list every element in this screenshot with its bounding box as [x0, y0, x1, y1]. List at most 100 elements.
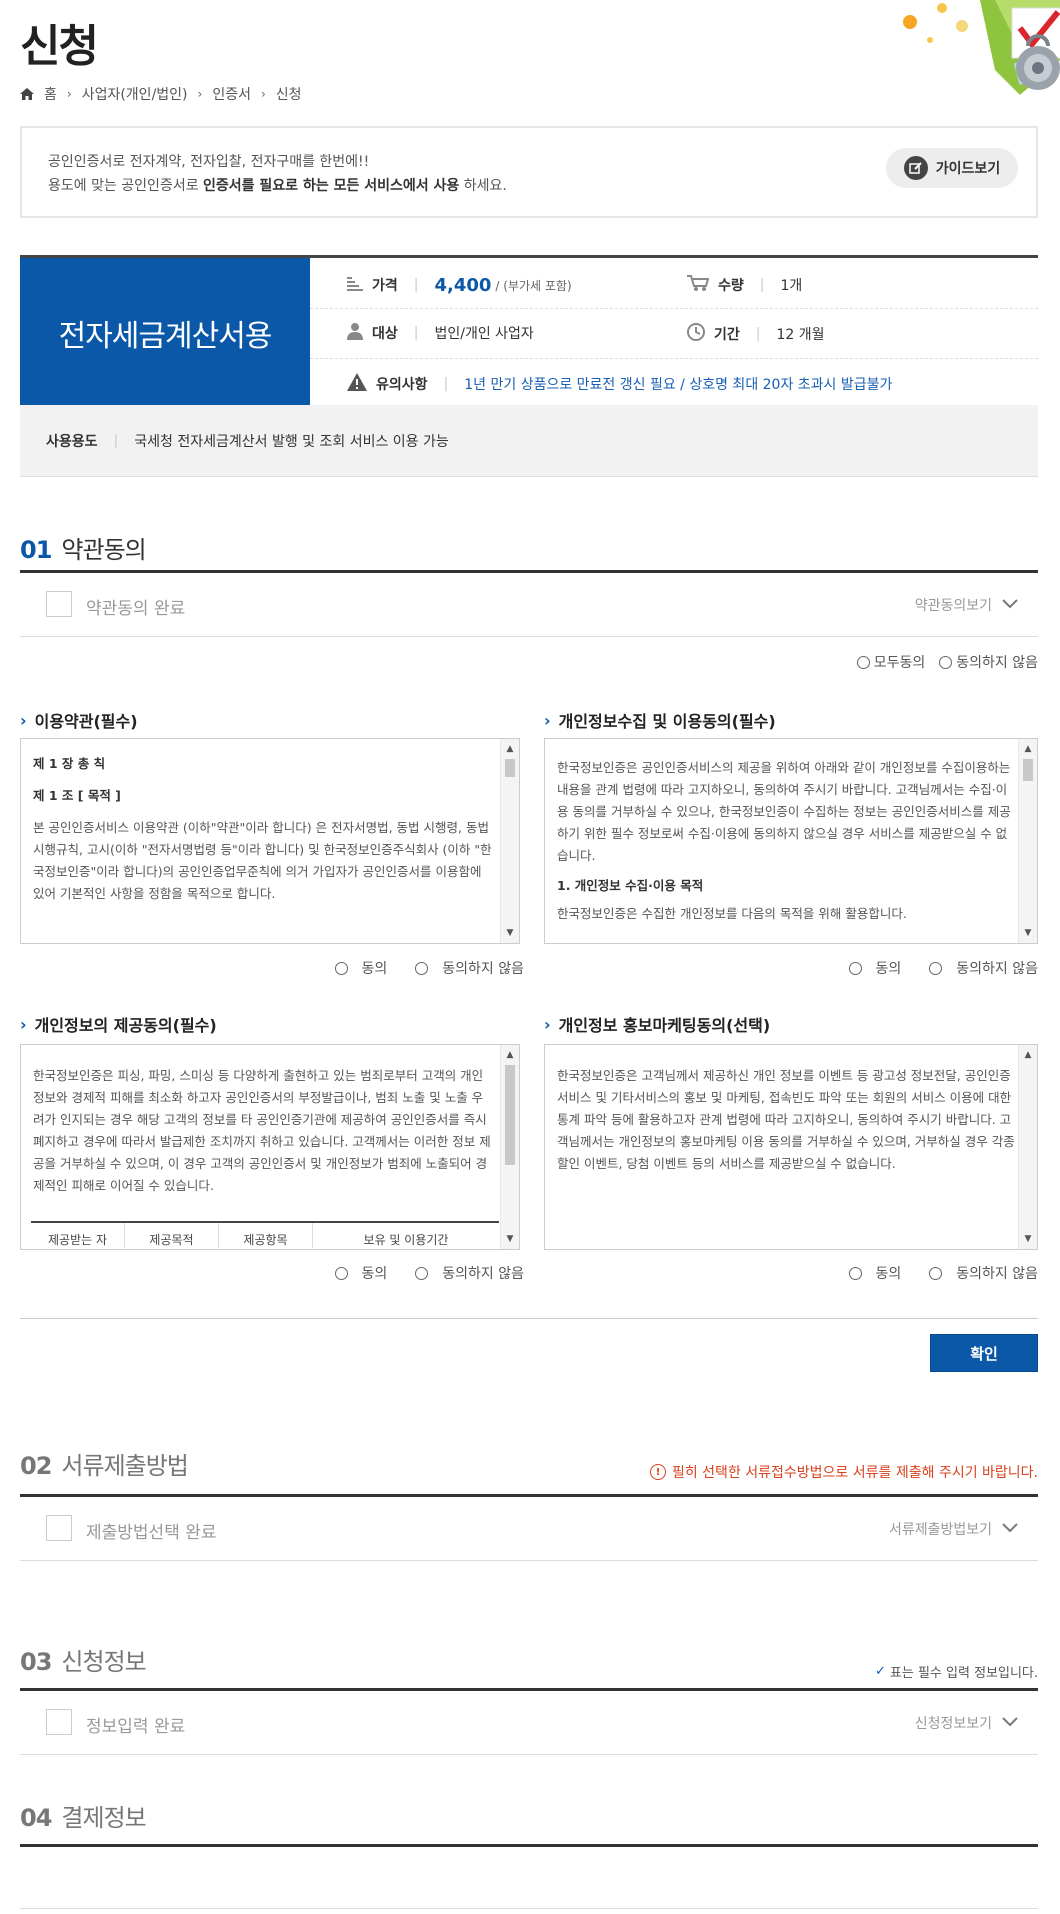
price-chart-icon — [346, 274, 364, 296]
scrollbar[interactable]: ▲ ▼ — [1018, 739, 1037, 943]
terms-1-title: › 이용약관(필수) — [20, 710, 138, 732]
chevron-down-icon — [1002, 1521, 1018, 1537]
price-vat: / (부가세 포함) — [495, 278, 572, 293]
qty-value: 1개 — [780, 278, 803, 294]
usage-row: 사용용도 | 국세청 전자세금계산서 발행 및 조회 서비스 이용 가능 — [20, 405, 1038, 477]
table-header-cell: 보유 및 이용기간 — [363, 1233, 449, 1247]
terms-3-agree-radio[interactable]: 동의 — [334, 1263, 387, 1283]
cart-icon — [686, 274, 710, 296]
agree-all-group: 모두동의 동의하지 않음 — [856, 652, 1038, 672]
terms-2-box[interactable]: 한국정보인증은 공인인증서비스의 제공을 위하여 아래와 같이 개인정보를 수집… — [544, 738, 1038, 944]
breadcrumb-item-home[interactable]: 홈 — [44, 84, 57, 104]
terms-3-title: › 개인정보의 제공동의(필수) — [20, 1014, 217, 1036]
period-row: 기간 | 12 개월 — [686, 322, 825, 346]
terms-4-title: › 개인정보 홍보마케팅동의(선택) — [544, 1014, 771, 1036]
home-icon[interactable] — [20, 88, 34, 100]
breadcrumb: 홈 › 사업자(개인/법인) › 인증서 › 신청 — [20, 84, 302, 104]
agree-all-radio[interactable]: 모두동의 — [856, 652, 925, 672]
section-3-summary: 정보입력 완료 신청정보보기 — [20, 1691, 1038, 1755]
clock-icon — [686, 322, 706, 346]
price-label: 가격 — [372, 278, 398, 294]
warning-triangle-icon — [346, 372, 368, 396]
terms-4-box[interactable]: 한국정보인증은 고객님께서 제공하신 개인 정보를 이벤트 등 광고성 정보전달… — [544, 1044, 1038, 1250]
chevron-right-icon: › — [20, 1014, 27, 1034]
check-icon: ✓ — [875, 1664, 886, 1679]
intro-box: 공인인증서로 전자계약, 전자입찰, 전자구매를 한번에!! 용도에 맞는 공인… — [20, 126, 1038, 218]
terms-4-radios: 동의 동의하지 않음 — [848, 1263, 1038, 1283]
notice-text: 1년 만기 상품으로 만료전 갱신 필요 / 상호명 최대 20자 초과시 발급… — [464, 377, 893, 393]
terms-2-body2: 한국정보인증은 수집한 개인정보를 다음의 목적을 위해 활용합니다. — [557, 906, 907, 921]
intro-line2: 용도에 맞는 공인인증서로 인증서를 필요로 하는 모든 서비스에서 사용 하세… — [48, 178, 507, 194]
terms-1-heading2: 제 1 조 [ 목적 ] — [33, 788, 121, 803]
section-2-title: 02 서류제출방법 — [20, 1452, 189, 1480]
notice-label: 유의사항 — [376, 377, 428, 393]
notice-row: 유의사항 | 1년 만기 상품으로 만료전 갱신 필요 / 상호명 최대 20자… — [346, 372, 892, 396]
qty-label: 수량 — [718, 278, 744, 294]
chevron-right-icon: › — [66, 87, 72, 101]
scrollbar[interactable]: ▲ ▼ — [1018, 1045, 1037, 1249]
terms-2-agree-radio[interactable]: 동의 — [848, 958, 901, 978]
section-4-title: 04 결제정보 — [20, 1804, 147, 1832]
section-2-summary: 제출방법선택 완료 서류제출방법보기 — [20, 1497, 1038, 1561]
usage-label: 사용용도 — [46, 433, 98, 450]
page-title: 신청 — [20, 21, 99, 72]
target-value: 법인/개인 사업자 — [434, 326, 534, 342]
price-value: 4,400 — [434, 274, 492, 296]
terms-1-disagree-radio[interactable]: 동의하지 않음 — [415, 958, 524, 978]
target-label: 대상 — [372, 326, 398, 342]
submit-method-toggle[interactable]: 서류제출방법보기 — [889, 1519, 1018, 1539]
terms-3-radios: 동의 동의하지 않음 — [334, 1263, 524, 1283]
info-icon: ! — [649, 1464, 666, 1480]
breadcrumb-item-apply: 신청 — [275, 87, 302, 103]
terms-2-body: 한국정보인증은 공인인증서비스의 제공을 위하여 아래와 같이 개인정보를 수집… — [557, 760, 1011, 863]
info-complete-checkbox[interactable] — [46, 1709, 72, 1735]
disagree-all-radio[interactable]: 동의하지 않음 — [939, 652, 1038, 672]
terms-2-title: › 개인정보수집 및 이용동의(필수) — [544, 710, 776, 732]
info-view-toggle[interactable]: 신청정보보기 — [915, 1713, 1018, 1733]
terms-complete-label: 약관동의 완료 — [86, 599, 186, 619]
terms-4-disagree-radio[interactable]: 동의하지 않음 — [929, 1263, 1038, 1283]
table-header-cell: 제공항목 — [219, 1223, 313, 1248]
terms-complete-checkbox[interactable] — [46, 591, 72, 617]
table-header-cell: 제공받는 자 — [31, 1223, 125, 1248]
terms-2-disagree-radio[interactable]: 동의하지 않음 — [929, 958, 1038, 978]
terms-4-body: 한국정보인증은 고객님께서 제공하신 개인 정보를 이벤트 등 광고성 정보전달… — [557, 1068, 1015, 1171]
section-1-title: 01 약관동의 — [20, 536, 147, 564]
chevron-right-icon: › — [197, 87, 203, 101]
terms-1-heading1: 제 1 장 총 칙 — [33, 756, 106, 771]
section-1-summary: 약관동의 완료 약관동의보기 — [20, 573, 1038, 637]
submit-method-checkbox[interactable] — [46, 1515, 72, 1541]
breadcrumb-item-certificate[interactable]: 인증서 — [212, 84, 251, 104]
terms-1-box[interactable]: 제 1 장 총 칙 제 1 조 [ 목적 ] 본 공인인증서비스 이용약관 (이… — [20, 738, 520, 944]
price-row: 가격 | 4,400 / (부가세 포함) — [346, 274, 572, 296]
chevron-down-icon — [1002, 1715, 1018, 1731]
info-complete-label: 정보입력 완료 — [86, 1717, 186, 1737]
chevron-right-icon: › — [544, 1014, 551, 1034]
guide-button[interactable]: 가이드보기 — [886, 148, 1018, 188]
chevron-right-icon: › — [260, 87, 266, 101]
period-label: 기간 — [714, 327, 740, 343]
terms-2-radios: 동의 동의하지 않음 — [848, 958, 1038, 978]
terms-3-disagree-radio[interactable]: 동의하지 않음 — [415, 1263, 524, 1283]
submit-method-label: 제출방법선택 완료 — [86, 1523, 217, 1543]
scrollbar[interactable]: ▲ ▼ — [500, 739, 519, 943]
terms-view-toggle[interactable]: 약관동의보기 — [915, 595, 1018, 615]
terms-1-agree-radio[interactable]: 동의 — [334, 958, 387, 978]
required-note: ✓ 표는 필수 입력 정보입니다. — [875, 1664, 1038, 1681]
provision-table-header: 제공받는 자 제공목적 제공항목 보유 및 이용기간 — [31, 1221, 499, 1248]
chevron-right-icon: › — [20, 710, 27, 730]
section-3-title: 03 신청정보 — [20, 1648, 147, 1676]
usage-text: 국세청 전자세금계산서 발행 및 조회 서비스 이용 가능 — [134, 433, 449, 450]
header-illustration — [640, 0, 1060, 110]
product-name: 전자세금계산서용 — [20, 258, 310, 408]
product-info: 전자세금계산서용 가격 | 4,400 / (부가세 포함) 수량 | 1개 대… — [20, 255, 1038, 408]
scrollbar[interactable]: ▲ ▼ — [500, 1045, 519, 1249]
confirm-button[interactable]: 확인 — [930, 1334, 1038, 1372]
terms-4-agree-radio[interactable]: 동의 — [848, 1263, 901, 1283]
terms-3-box[interactable]: 한국정보인증은 피싱, 파밍, 스미싱 등 다양하게 출현하고 있는 범죄로부터… — [20, 1044, 520, 1250]
terms-3-body: 한국정보인증은 피싱, 파밍, 스미싱 등 다양하게 출현하고 있는 범죄로부터… — [33, 1068, 491, 1193]
person-icon — [346, 322, 364, 344]
qty-row: 수량 | 1개 — [686, 274, 802, 296]
breadcrumb-item-business[interactable]: 사업자(개인/법인) — [82, 84, 188, 104]
table-header-cell: 제공목적 — [125, 1223, 219, 1248]
